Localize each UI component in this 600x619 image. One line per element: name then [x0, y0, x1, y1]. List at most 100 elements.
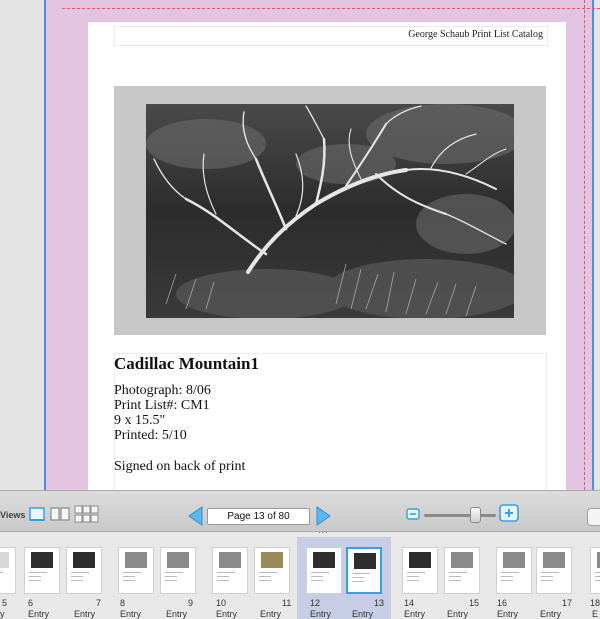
page-thumbnail[interactable] — [212, 547, 248, 594]
page-thumbnail[interactable] — [306, 547, 342, 594]
thumbnail-page-number: 15 — [469, 598, 480, 608]
thumbnail-label: Entry — [404, 609, 426, 619]
entry-line-size: 9 x 15.5" — [114, 413, 166, 428]
thumbnail-text-line — [311, 576, 323, 577]
thumbnail-text-line — [71, 580, 83, 581]
thumbnail-page-number: 6 — [28, 598, 34, 608]
thumbnail-label: Entry — [74, 609, 96, 619]
thumbnail-label: Entry — [497, 609, 519, 619]
thumbnail-text-line — [311, 580, 323, 581]
catalog-header: George Schaub Print List Catalog — [408, 29, 543, 40]
page-thumbnail[interactable] — [346, 547, 382, 594]
page-thumbnail[interactable] — [0, 547, 16, 594]
thumbnail-page-number: 16 — [497, 598, 508, 608]
thumbnail-page-number: 13 — [374, 598, 385, 608]
page-thumbnail[interactable] — [536, 547, 572, 594]
page-indicator-field[interactable]: Page 13 of 80 — [207, 508, 310, 525]
zoom-slider-thumb[interactable] — [470, 507, 481, 523]
thumbnail-label: Entry — [216, 609, 238, 619]
two-page-view-icon[interactable] — [49, 503, 71, 525]
thumbnail-photo — [167, 552, 189, 568]
thumbnail-photo — [261, 552, 283, 568]
thumbnail-label: Entry — [120, 609, 142, 619]
thumbnail-text-line — [541, 580, 553, 581]
thumbnail-text-line — [123, 580, 135, 581]
thumbnail-label: Entry — [310, 609, 332, 619]
thumbnail-text-line — [123, 576, 135, 577]
entry-line-print-list: Print List#: CM1 — [114, 398, 210, 413]
thumbnail-label: Entry — [352, 609, 374, 619]
bleed-guide-right — [584, 0, 585, 490]
page-thumbnail[interactable] — [402, 547, 438, 594]
thumbnail-text-line — [217, 572, 235, 573]
thumbnail-page-number: 11 — [282, 598, 292, 608]
zoom-out-icon[interactable] — [406, 507, 420, 521]
thumbnail-text-line — [407, 576, 419, 577]
single-page-view-icon[interactable] — [27, 503, 47, 525]
thumbnail-page-number: 17 — [562, 598, 573, 608]
thumbnail-page-number: 18 — [590, 598, 600, 608]
thumbnail-text-line — [0, 572, 3, 573]
header-text-box[interactable]: George Schaub Print List Catalog — [114, 26, 548, 46]
thumbnail-label: E — [592, 609, 599, 619]
zoom-in-icon[interactable] — [498, 503, 520, 523]
previous-page-icon[interactable] — [186, 505, 206, 527]
thumbnail-text-line — [352, 581, 364, 582]
tree-photo-image — [146, 104, 514, 318]
thumbnail-label: Entry — [166, 609, 188, 619]
page-thumbnail[interactable] — [254, 547, 290, 594]
multi-page-view-icon[interactable] — [74, 503, 100, 525]
page-thumbnail[interactable] — [496, 547, 532, 594]
thumbnail-text-line — [595, 576, 600, 577]
page-toolbar: Views Page 13 of 80 — [0, 490, 600, 532]
page-thumbnail[interactable] — [590, 547, 600, 594]
thumbnail-photo — [451, 552, 473, 568]
thumbnail-text-line — [501, 580, 513, 581]
entry-line-photograph: Photograph: 8/06 — [114, 383, 211, 398]
page-thumbnail[interactable] — [444, 547, 480, 594]
thumbnail-text-line — [501, 576, 513, 577]
thumbnail-label: y — [0, 609, 5, 619]
zoom-slider[interactable] — [424, 514, 496, 517]
thumbnail-text-line — [352, 577, 364, 578]
thumbnail-text-line — [71, 576, 83, 577]
thumbnail-text-line — [29, 576, 41, 577]
thumbnail-text-line — [29, 572, 47, 573]
thumbnail-text-line — [595, 572, 600, 573]
thumbnail-text-line — [217, 580, 229, 581]
thumbnail-photo — [313, 552, 335, 568]
bleed-guide-top — [62, 8, 600, 9]
thumbnail-photo — [409, 552, 431, 568]
page-thumbnail[interactable] — [24, 547, 60, 594]
thumbnail-photo — [219, 552, 241, 568]
thumbnail-photo — [503, 552, 525, 568]
thumbnail-photo — [0, 552, 9, 568]
next-page-icon[interactable] — [313, 505, 333, 527]
thumbnail-text-line — [165, 572, 183, 573]
thumbnail-page-number: 12 — [310, 598, 321, 608]
thumbnail-page-number: 7 — [96, 598, 102, 608]
thumbnail-label: Entry — [28, 609, 50, 619]
thumbnail-text-line — [449, 580, 461, 581]
entry-note: Signed on back of print — [114, 459, 246, 474]
page-thumbnail[interactable] — [160, 547, 196, 594]
thumbnail-text-line — [165, 576, 177, 577]
thumbnail-text-line — [259, 572, 277, 573]
thumbnail-label: Entry — [260, 609, 282, 619]
thumbnail-page-number: 8 — [120, 598, 126, 608]
thumbnail-text-line — [29, 580, 41, 581]
thumbnail-photo — [31, 552, 53, 568]
views-label: Views — [0, 510, 26, 520]
strip-resize-handle[interactable]: ... — [318, 525, 329, 535]
page-thumbnail[interactable] — [66, 547, 102, 594]
thumbnail-photo — [73, 552, 95, 568]
thumbnail-page-number: 5 — [2, 598, 8, 608]
entry-line-printed: Printed: 5/10 — [114, 428, 187, 443]
page-thumbnail[interactable] — [118, 547, 154, 594]
photo-cadillac-mountain[interactable] — [146, 104, 514, 318]
thumbnail-photo — [354, 553, 376, 569]
thumbnail-text-line — [165, 580, 177, 581]
toolbar-edge-button[interactable] — [587, 508, 600, 526]
thumbnail-text-line — [217, 576, 229, 577]
thumbnail-text-line — [449, 576, 461, 577]
